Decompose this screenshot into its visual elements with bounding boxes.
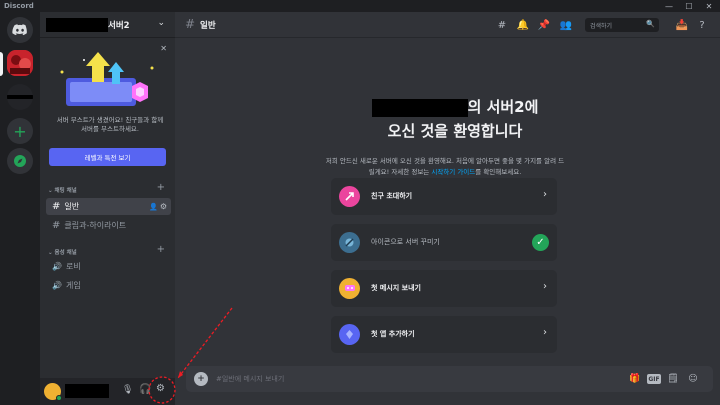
message-input[interactable] [216, 370, 596, 388]
threads-icon[interactable]: # [495, 18, 509, 32]
emoji-icon[interactable]: ☺ [686, 372, 700, 386]
card-label: 친구 초대하기 [371, 192, 413, 200]
maximize-button[interactable]: ☐ [680, 0, 698, 12]
welcome-description: 저희 안드신 새로운 서버에 오신 것을 환영해요. 처음에 알아두면 좋을 몇… [325, 156, 565, 178]
status-online-icon [56, 395, 62, 401]
view-perks-button[interactable]: 레벨과 특전 보기 [49, 148, 166, 166]
app-title: Discord [4, 2, 34, 10]
card-label: 아이콘으로 서버 꾸미기 [371, 238, 440, 246]
welcome-title-line2: 오신 것을 환영합니다 [387, 122, 523, 140]
chevron-down-icon: ⌄ [157, 18, 165, 28]
invite-user-icon[interactable]: 👤 [149, 203, 158, 211]
server-avatar-image-icon [7, 50, 33, 76]
add-server-button[interactable]: + [7, 118, 33, 144]
channel-name: 클립과-하이라이트 [64, 221, 127, 230]
main-content: # 일반 # 🔔 📌 👥 검색하기 🔍 📥 ? 의 서버2에 오신 것을 환영합… [175, 12, 720, 405]
avatar[interactable] [44, 383, 62, 401]
chevron-right-icon: › [543, 327, 547, 338]
hash-icon: # [185, 17, 196, 31]
desc-text-1: 저희 안드신 새로운 서버에 오신 것을 환영해요. 처음에 알아두면 좋을 몇… [325, 157, 557, 165]
boost-banner: ✕ 서버 부스트가 생겼어요! 친구들과 함께 서버를 부스트하세요. 레벨과 … [46, 44, 171, 172]
server-name: 서버2 [108, 21, 130, 31]
server-icon-avatar[interactable] [7, 50, 33, 76]
gif-button[interactable]: GIF [647, 374, 661, 384]
chevron-right-icon: › [543, 281, 547, 292]
first-message-icon [339, 278, 360, 299]
inbox-icon[interactable]: 📥 [675, 18, 689, 32]
checklist-first-message[interactable]: 첫 메시지 보내기 › [331, 270, 557, 307]
voice-channel-lobby[interactable]: 🔊 로비 [46, 258, 171, 275]
redacted-server-owner [46, 18, 108, 32]
sticker-icon[interactable]: 🗒 [666, 372, 680, 386]
text-category-label[interactable]: ⌄ 채팅 채널 [48, 186, 77, 194]
close-window-button[interactable]: ✕ [700, 0, 718, 12]
user-panel: 🎙 🎧 ⚙ [40, 378, 175, 405]
checkmark-icon: ✓ [532, 234, 549, 251]
compass-icon [14, 155, 26, 167]
members-icon[interactable]: 👥 [559, 18, 573, 32]
server-icon-redacted[interactable] [7, 84, 33, 110]
message-composer: + 🎁 GIF 🗒 ☺ [186, 366, 713, 392]
search-icon: 🔍 [646, 20, 655, 28]
voice-channel-game[interactable]: 🔊 게임 [46, 277, 171, 294]
hash-icon: # [52, 201, 61, 212]
chevron-right-icon: › [543, 189, 547, 200]
home-button[interactable] [7, 17, 33, 43]
channel-name: 로비 [65, 262, 81, 271]
voice-category-name: 음성 채널 [54, 250, 77, 256]
channel-name: 게임 [65, 281, 81, 290]
channel-name: 일반 [64, 202, 80, 211]
invite-friends-icon [339, 186, 360, 207]
pin-icon[interactable]: 📌 [537, 18, 551, 32]
channel-item-general[interactable]: # 일반 👤 ⚙ [46, 198, 171, 215]
voice-category-label[interactable]: ⌄ 음성 채널 [48, 248, 77, 256]
checklist-invite-friends[interactable]: 친구 초대하기 › [331, 178, 557, 215]
add-voice-channel-button[interactable]: + [157, 244, 165, 255]
welcome-title: 의 서버2에 오신 것을 환영합니다 [355, 95, 555, 143]
channel-title: 일반 [200, 21, 216, 31]
card-label: 첫 앱 추가하기 [371, 330, 415, 338]
help-icon[interactable]: ? [695, 18, 709, 32]
discord-logo-icon [12, 24, 27, 36]
speaker-icon: 🔊 [52, 262, 62, 271]
channel-header: # 일반 # 🔔 📌 👥 검색하기 🔍 📥 ? [175, 12, 720, 38]
boost-text: 서버 부스트가 생겼어요! 친구들과 함께 서버를 부스트하세요. [56, 116, 164, 133]
redacted-username [65, 384, 109, 398]
speaker-icon: 🔊 [52, 281, 62, 290]
bell-icon[interactable]: 🔔 [516, 18, 530, 32]
channel-sidebar: 서버2 ⌄ ✕ 서버 부스트가 생겼어요! 친구들과 함께 서버를 부스트하세요… [40, 12, 175, 405]
add-app-icon [339, 324, 360, 345]
server-list: + [0, 12, 40, 405]
plus-icon: + [13, 121, 27, 141]
server-icon-customize-icon [339, 232, 360, 253]
boost-illustration-icon [60, 52, 154, 106]
search-input[interactable]: 검색하기 🔍 [585, 18, 659, 32]
desc-text-3: 를 확인해보세요. [475, 168, 522, 176]
selected-server-pill [0, 52, 3, 76]
server-header[interactable]: 서버2 ⌄ [40, 12, 175, 38]
hash-icon: # [52, 220, 61, 231]
gear-icon[interactable]: ⚙ [160, 202, 167, 211]
close-icon[interactable]: ✕ [160, 44, 167, 53]
welcome-title-suffix: 의 서버2에 [467, 98, 539, 116]
search-placeholder: 검색하기 [590, 22, 613, 30]
add-text-channel-button[interactable]: + [157, 182, 165, 193]
checklist-server-icon[interactable]: 아이콘으로 서버 꾸미기 ✓ [331, 224, 557, 261]
redacted-bar [7, 95, 33, 99]
checklist-add-app[interactable]: 첫 앱 추가하기 › [331, 316, 557, 353]
gift-icon[interactable]: 🎁 [628, 372, 642, 386]
microphone-icon[interactable]: 🎙 [122, 385, 133, 395]
card-label: 첫 메시지 보내기 [371, 284, 421, 292]
user-settings-gear-icon[interactable]: ⚙ [156, 383, 165, 394]
minimize-button[interactable]: — [660, 0, 678, 12]
redacted-owner-name [371, 98, 468, 117]
title-bar: Discord — ☐ ✕ [0, 0, 720, 12]
explore-servers-button[interactable] [7, 148, 33, 174]
headphones-icon[interactable]: 🎧 [139, 384, 151, 395]
plus-circle-icon[interactable]: + [194, 372, 208, 386]
channel-item-clips[interactable]: # 클립과-하이라이트 [46, 217, 171, 234]
text-category-name: 채팅 채널 [54, 188, 77, 194]
getting-started-guide-link[interactable]: 시작하기 가이드 [431, 168, 475, 176]
